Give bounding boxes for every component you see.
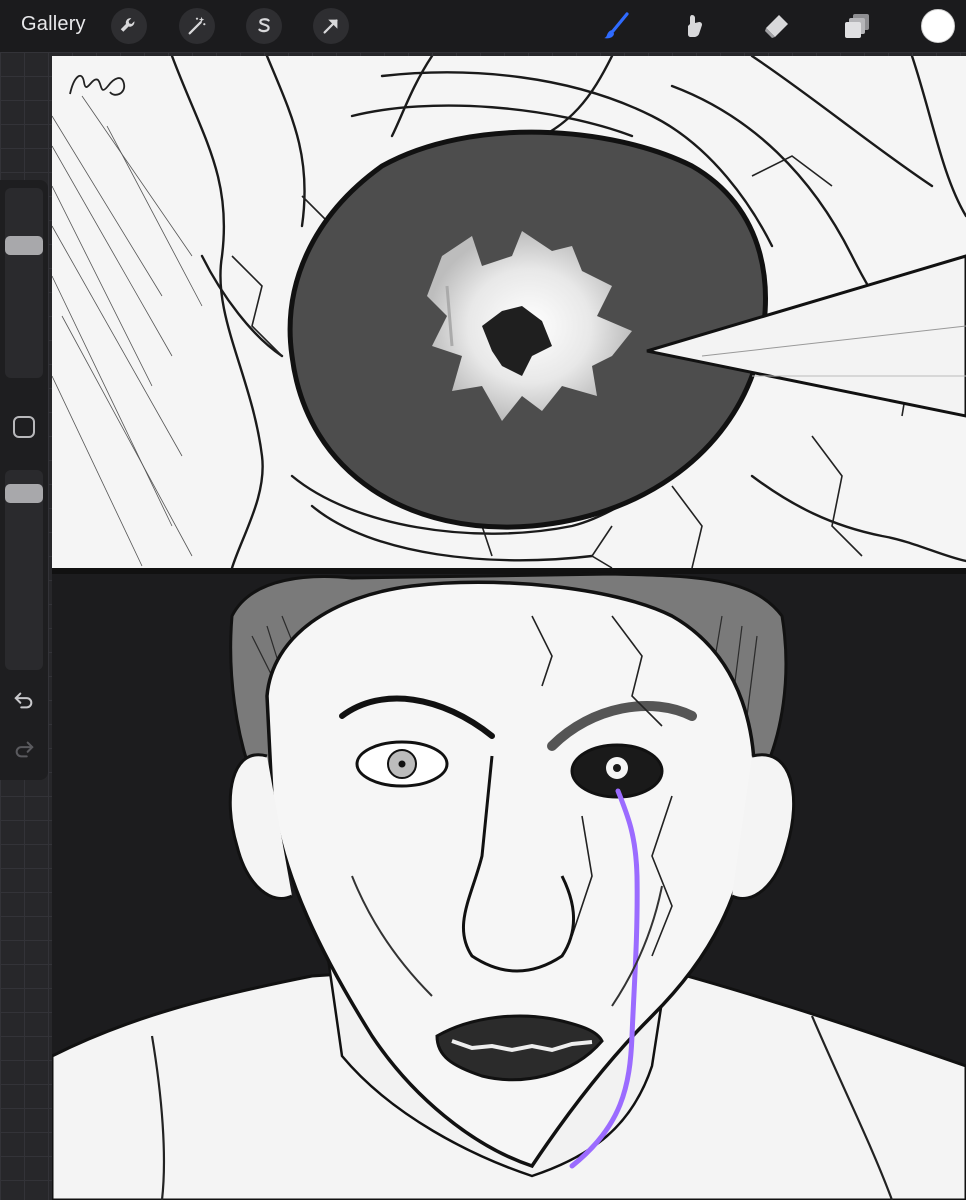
selection-s-icon[interactable] (246, 8, 282, 44)
brush-size-slider[interactable] (5, 188, 43, 378)
top-toolbar: Gallery (0, 0, 966, 52)
brush-icon[interactable] (598, 8, 634, 44)
artwork-illustration (52, 56, 966, 1200)
transform-arrow-icon[interactable] (313, 8, 349, 44)
redo-icon[interactable] (10, 735, 38, 763)
brush-size-thumb[interactable] (5, 235, 43, 255)
modifier-square-button[interactable] (13, 416, 35, 438)
color-picker-swatch[interactable] (921, 9, 955, 43)
drawing-canvas[interactable] (52, 56, 966, 1200)
panel-divider (52, 568, 966, 574)
gallery-button[interactable]: Gallery (21, 13, 86, 36)
adjustments-wand-icon[interactable] (179, 8, 215, 44)
bottom-panel (52, 572, 966, 1200)
top-panel (52, 56, 966, 570)
smudge-icon[interactable] (677, 8, 713, 44)
layers-icon[interactable] (840, 8, 876, 44)
left-sidebar (0, 180, 48, 780)
opacity-thumb[interactable] (5, 484, 43, 504)
eraser-icon[interactable] (758, 8, 794, 44)
undo-icon[interactable] (10, 686, 38, 714)
actions-wrench-icon[interactable] (111, 8, 147, 44)
